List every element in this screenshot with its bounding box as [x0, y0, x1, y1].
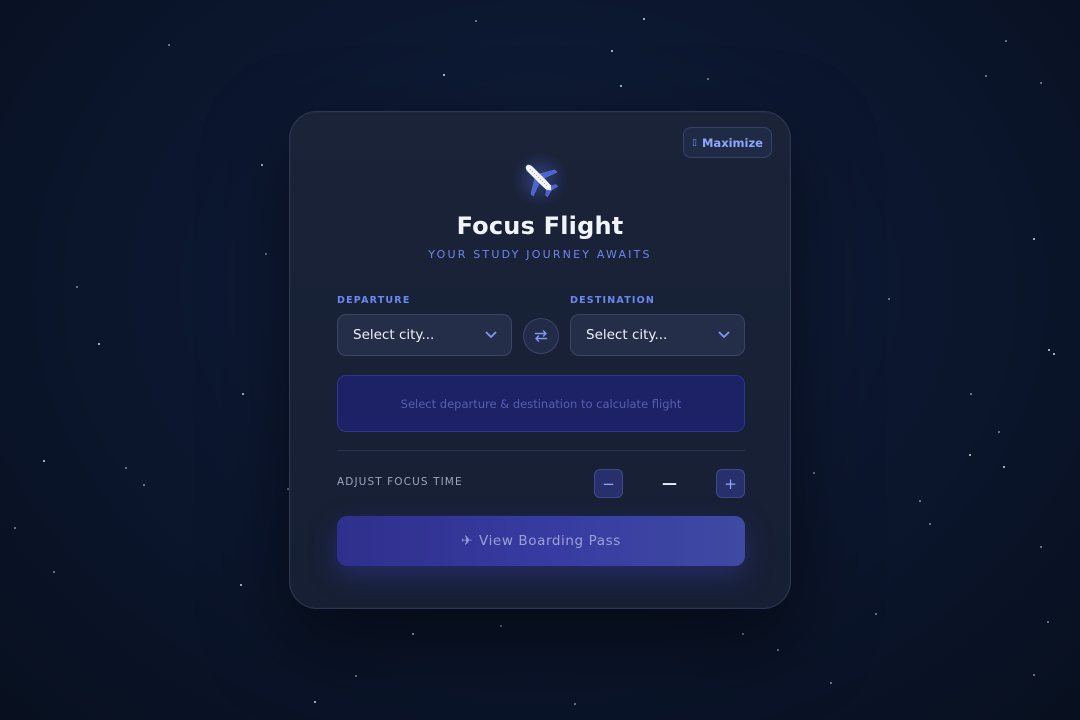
maximize-button[interactable]: ▯ Maximize: [683, 127, 772, 158]
departure-select[interactable]: Select city...: [337, 314, 512, 356]
app-subtitle: YOUR STUDY JOURNEY AWAITS: [428, 248, 652, 261]
chevron-down-icon: [718, 331, 730, 338]
swap-cities-button[interactable]: [523, 318, 559, 354]
swap-arrows-icon: [534, 330, 548, 342]
departure-value: Select city...: [353, 327, 435, 343]
view-boarding-pass-button[interactable]: ✈ View Boarding Pass: [337, 516, 745, 566]
destination-value: Select city...: [586, 327, 668, 343]
app-title: Focus Flight: [456, 212, 624, 240]
airplane-icon: [513, 152, 567, 206]
maximize-icon: ▯: [692, 137, 697, 148]
flight-info-box: Select departure & destination to calcul…: [337, 375, 745, 432]
minus-icon: −: [602, 474, 615, 493]
flight-info-text: Select departure & destination to calcul…: [400, 396, 682, 411]
airplane-icon: ✈: [461, 533, 474, 549]
increase-focus-button[interactable]: +: [716, 469, 745, 498]
focus-time-value: —: [662, 474, 677, 492]
plus-icon: +: [724, 474, 737, 493]
boarding-pass-label: View Boarding Pass: [479, 533, 621, 549]
divider: [337, 450, 745, 451]
focus-flight-card: ▯ Maximize Focus Flight YOUR STUDY JOURN…: [289, 111, 791, 609]
maximize-label: Maximize: [701, 135, 763, 150]
departure-label: DEPARTURE: [337, 295, 411, 306]
destination-label: DESTINATION: [570, 295, 656, 306]
chevron-down-icon: [485, 331, 497, 338]
focus-time-label: ADJUST FOCUS TIME: [337, 476, 463, 488]
decrease-focus-button[interactable]: −: [594, 469, 623, 498]
destination-select[interactable]: Select city...: [570, 314, 745, 356]
